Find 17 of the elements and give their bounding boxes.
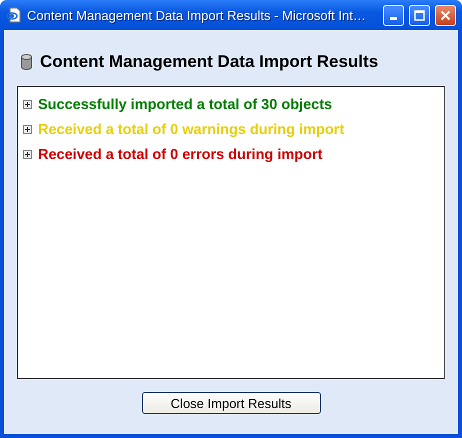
plus-icon[interactable] — [23, 125, 32, 134]
dialog-heading: Content Management Data Import Results — [40, 52, 378, 72]
close-button[interactable] — [435, 4, 456, 26]
minimize-icon — [390, 17, 397, 20]
result-message: Successfully imported a total of 30 objects — [38, 96, 332, 112]
minimize-button[interactable] — [383, 4, 404, 26]
database-icon — [21, 54, 32, 70]
maximize-icon — [414, 10, 425, 20]
maximize-button[interactable] — [409, 4, 430, 26]
close-icon — [440, 10, 451, 20]
window-title: Content Management Data Import Results - Microsoft Int… — [27, 8, 367, 22]
plus-icon[interactable] — [23, 150, 32, 159]
result-message: Received a total of 0 warnings during import — [38, 122, 344, 138]
plus-icon[interactable] — [23, 100, 32, 109]
page-icon — [6, 7, 22, 23]
result-message: Received a total of 0 errors during import — [38, 146, 322, 162]
close-import-results-button[interactable]: Close Import Results — [142, 392, 320, 414]
